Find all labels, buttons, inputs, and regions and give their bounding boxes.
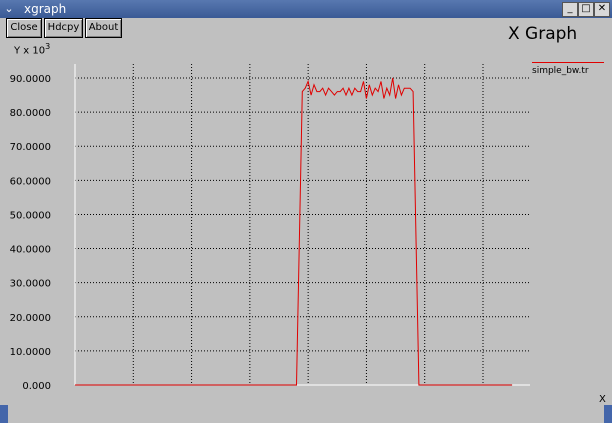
y-tick-label: 30.0000 bbox=[10, 279, 51, 290]
y-tick-label: 70.0000 bbox=[10, 142, 51, 153]
y-tick-label: 0.000 bbox=[22, 381, 51, 392]
y-tick-label: 40.0000 bbox=[10, 245, 51, 256]
series-line bbox=[75, 77, 513, 386]
status-bar bbox=[0, 407, 612, 423]
xgraph-window: ⌄ xgraph _ □ ✕ Close Hdcpy About Y x 103… bbox=[0, 0, 612, 423]
y-tick-label: 20.0000 bbox=[10, 313, 51, 324]
right-edge-handle[interactable] bbox=[604, 405, 612, 423]
plot-area: 0.000 10.0000 20.0000 30.0000 40.0000 50.0000… bbox=[10, 64, 530, 417]
y-tick-label: 50.0000 bbox=[10, 210, 51, 221]
y-tick-label: 80.0000 bbox=[10, 108, 51, 119]
y-tick-label: 90.0000 bbox=[10, 74, 51, 85]
x-axis-title: X bbox=[599, 394, 606, 405]
left-edge-handle[interactable] bbox=[0, 405, 8, 423]
y-tick-label: 10.0000 bbox=[10, 347, 51, 358]
y-tick-label: 60.0000 bbox=[10, 176, 51, 187]
